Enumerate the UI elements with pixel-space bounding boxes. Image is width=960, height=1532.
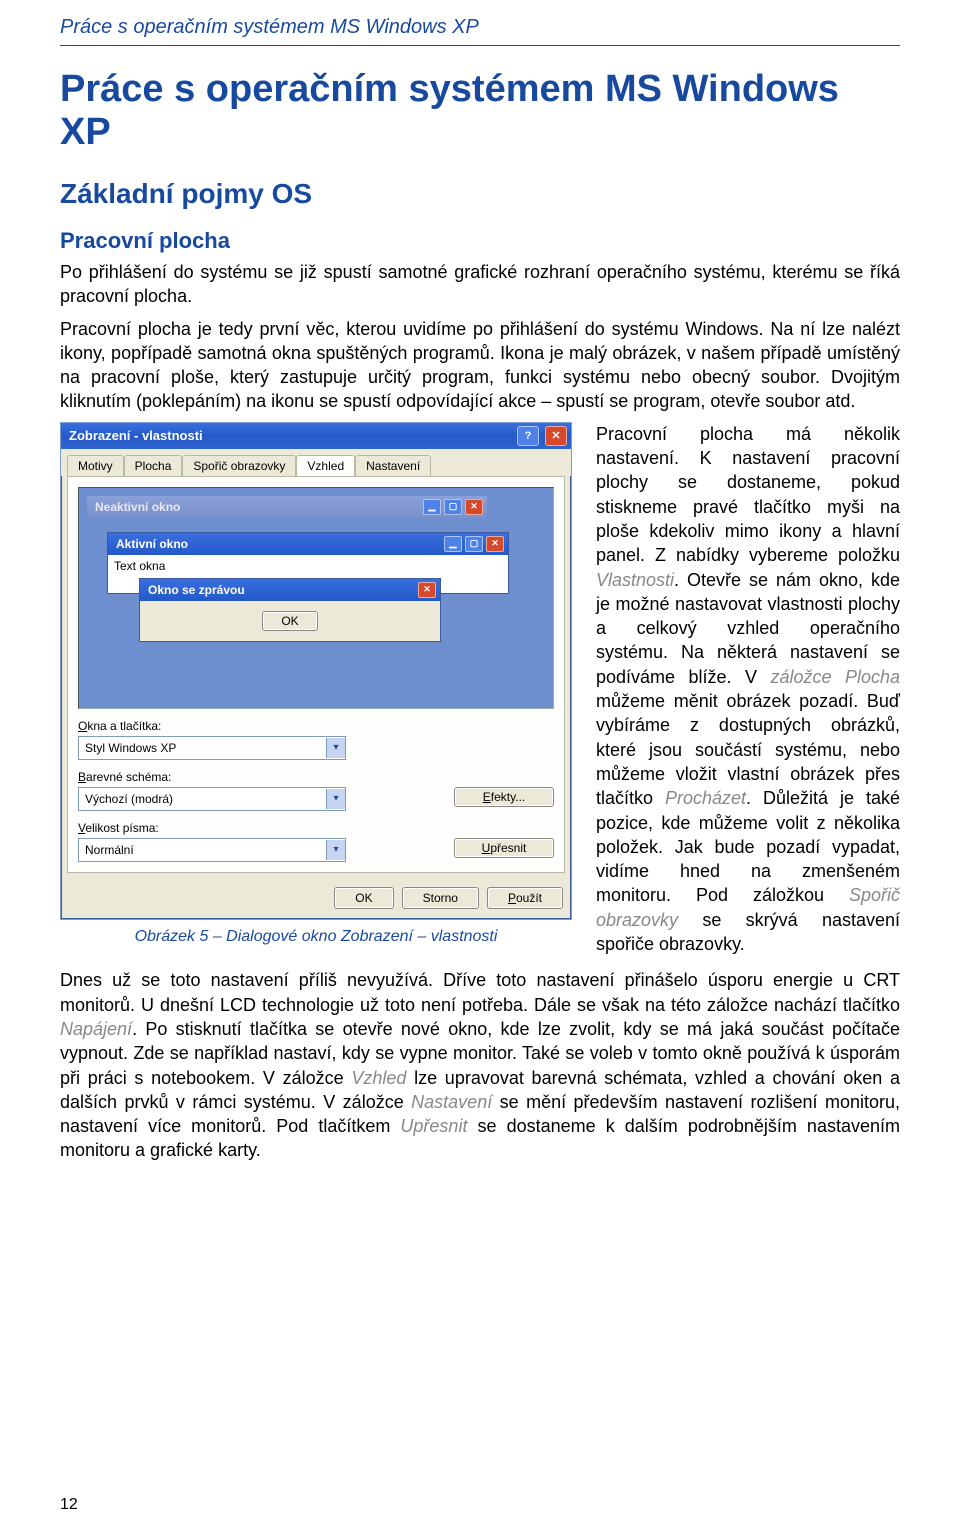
minimize-icon: ▁ — [423, 499, 441, 515]
tab-motivy[interactable]: Motivy — [67, 455, 124, 476]
dialog-tabstrip: Motivy Plocha Spořič obrazovky Vzhled Na… — [61, 449, 571, 476]
effects-button[interactable]: Efekty... — [454, 787, 554, 807]
advanced-button[interactable]: Upřesnit — [454, 838, 554, 858]
preview-inactive-window: Neaktivní okno ▁ ▢ ✕ — [87, 496, 487, 518]
preview-message-title: Okno se zprávou — [148, 583, 245, 597]
heading-1: Práce s operačním systémem MS Windows XP — [60, 68, 900, 154]
label-windows-buttons: Okna a tlačítka: — [78, 719, 554, 733]
figure-caption: Obrázek 5 – Dialogové okno Zobrazení – v… — [60, 928, 572, 946]
apply-button[interactable]: Použít — [487, 887, 563, 909]
chevron-down-icon[interactable]: ▾ — [326, 840, 345, 860]
close-icon[interactable]: ✕ — [545, 426, 567, 446]
close-icon: ✕ — [486, 536, 504, 552]
help-icon[interactable]: ? — [517, 426, 539, 446]
combo-value: Normální — [85, 843, 134, 857]
combo-value: Výchozí (modrá) — [85, 792, 173, 806]
dialog-title: Zobrazení - vlastnosti — [69, 428, 511, 443]
tab-nastaveni[interactable]: Nastavení — [355, 455, 431, 476]
tab-vzhled[interactable]: Vzhled — [296, 455, 355, 476]
tab-sporic[interactable]: Spořič obrazovky — [182, 455, 296, 476]
minimize-icon: ▁ — [444, 536, 462, 552]
label-font-size: Velikost písma: — [78, 821, 554, 835]
combo-color-scheme[interactable]: Výchozí (modrá) ▾ — [78, 787, 346, 811]
ok-button[interactable]: OK — [334, 887, 393, 909]
heading-3: Pracovní plocha — [60, 228, 900, 254]
paragraph-bottom: Dnes už se toto nastavení příliš nevyuží… — [60, 968, 900, 1162]
cancel-button[interactable]: Storno — [402, 887, 479, 909]
page-number: 12 — [60, 1496, 78, 1514]
tab-plocha[interactable]: Plocha — [124, 455, 183, 476]
chevron-down-icon[interactable]: ▾ — [326, 738, 345, 758]
paragraph-right: Pracovní plocha má několik nastavení. K … — [596, 422, 900, 957]
paragraph-intro-2: Pracovní plocha je tedy první věc, ktero… — [60, 317, 900, 414]
maximize-icon: ▢ — [444, 499, 462, 515]
tab-panel-vzhled: Neaktivní okno ▁ ▢ ✕ Aktivní okno — [67, 476, 565, 873]
preview-ok-button[interactable]: OK — [262, 611, 317, 631]
combo-value: Styl Windows XP — [85, 741, 176, 755]
dialog-titlebar[interactable]: Zobrazení - vlastnosti ? ✕ — [61, 423, 571, 449]
combo-windows-style[interactable]: Styl Windows XP ▾ — [78, 736, 346, 760]
maximize-icon: ▢ — [465, 536, 483, 552]
dialog-footer: OK Storno Použít — [61, 879, 571, 919]
close-icon: ✕ — [465, 499, 483, 515]
label-color-scheme: Barevné schéma: — [78, 770, 554, 784]
close-icon: ✕ — [418, 582, 436, 598]
preview-active-title: Aktivní okno — [116, 537, 188, 551]
style-preview: Neaktivní okno ▁ ▢ ✕ Aktivní okno — [78, 487, 554, 709]
combo-font-size[interactable]: Normální ▾ — [78, 838, 346, 862]
xp-display-properties-dialog: Zobrazení - vlastnosti ? ✕ Motivy Plocha… — [60, 422, 572, 920]
preview-inactive-title: Neaktivní okno — [95, 500, 180, 514]
paragraph-intro-1: Po přihlášení do systému se již spustí s… — [60, 260, 900, 309]
preview-message-window: Okno se zprávou ✕ OK — [139, 578, 441, 642]
chevron-down-icon[interactable]: ▾ — [326, 789, 345, 809]
heading-2: Základní pojmy OS — [60, 178, 900, 210]
running-header: Práce s operačním systémem MS Windows XP — [60, 0, 900, 46]
